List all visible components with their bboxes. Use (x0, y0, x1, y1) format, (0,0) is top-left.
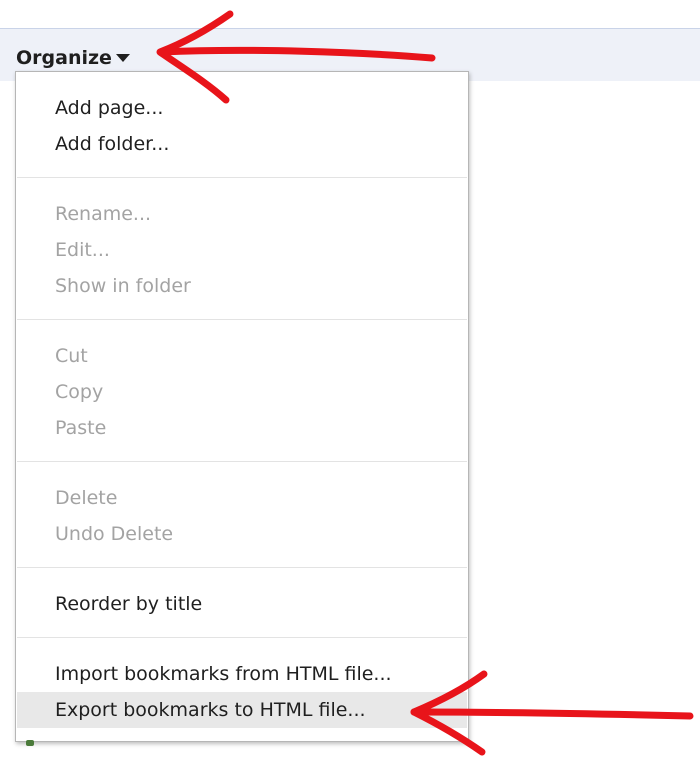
organize-label: Organize (16, 47, 112, 69)
menu-item-reorder-by-title[interactable]: Reorder by title (17, 586, 467, 622)
menu-item-cut: Cut (55, 345, 88, 367)
menu-item-rename: Rename... (55, 203, 152, 225)
organize-menu-button[interactable]: Organize (16, 44, 130, 72)
chevron-down-icon (115, 54, 130, 62)
menu-separator (17, 177, 467, 178)
menu-separator (17, 637, 467, 638)
menu-item-show-in-folder: Show in folder (55, 275, 191, 297)
menu-item-edit: Edit... (55, 239, 110, 261)
menu-item-add-folder[interactable]: Add folder... (17, 126, 467, 162)
menu-item-delete: Delete (55, 487, 118, 509)
menu-item-undo-delete: Undo Delete (55, 523, 174, 545)
menu-separator (17, 567, 467, 568)
organize-dropdown-menu: Add page... Add folder... Rename... Edit… (15, 71, 469, 742)
menu-separator (17, 461, 467, 462)
menu-item-import-bookmarks[interactable]: Import bookmarks from HTML file... (17, 656, 467, 692)
menu-item-paste: Paste (55, 417, 107, 439)
background-icon-fragment (26, 740, 34, 746)
menu-item-export-bookmarks[interactable]: Export bookmarks to HTML file... (17, 692, 467, 728)
menu-item-add-page[interactable]: Add page... (17, 90, 467, 126)
menu-separator (17, 319, 467, 320)
menu-item-copy: Copy (55, 381, 104, 403)
